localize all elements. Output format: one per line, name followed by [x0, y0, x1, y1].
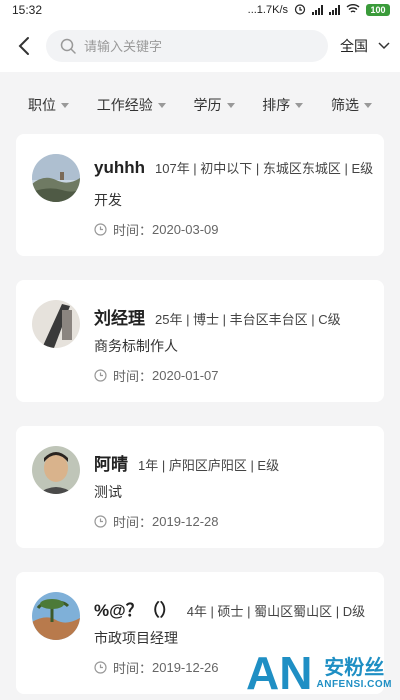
time-label: 时间：	[113, 515, 153, 530]
clock-icon	[94, 515, 107, 528]
filter-label: 职位	[28, 97, 56, 113]
region-selector[interactable]: 全国	[340, 36, 390, 56]
status-time: 15:32	[12, 3, 43, 17]
name-row: %@？（） 4年 | 硕士 | 蜀山区蜀山区 | D级	[94, 596, 365, 621]
candidate-name: 刘经理	[94, 309, 145, 328]
avatar	[32, 446, 80, 494]
resume-card[interactable]: 刘经理 25年 | 博士 | 丰台区丰台区 | C级 商务标制作人 时间： 20…	[16, 280, 384, 402]
avatar	[32, 154, 80, 202]
alarm-icon	[294, 3, 306, 18]
caret-down-icon	[226, 102, 235, 108]
name-row: 刘经理 25年 | 博士 | 丰台区丰台区 | C级	[94, 304, 341, 329]
candidate-meta: 4年 | 硕士 | 蜀山区蜀山区 | D级	[186, 604, 366, 619]
job-title: 市政项目经理	[94, 630, 178, 646]
search-box[interactable]	[46, 30, 328, 62]
filter-label: 工作经验	[96, 97, 153, 113]
candidate-meta: 1年 | 庐阳区庐阳区 | E级	[138, 458, 280, 473]
job-title: 商务标制作人	[94, 338, 178, 354]
search-input[interactable]	[84, 38, 304, 54]
chevron-down-icon	[378, 42, 390, 50]
job-title: 测试	[94, 484, 122, 500]
battery-icon: 100	[366, 4, 390, 16]
status-icons: ...1.7K/s 100	[248, 3, 390, 18]
watermark-an-logo: AN	[246, 647, 313, 699]
avatar	[32, 592, 80, 640]
clock-icon	[94, 369, 107, 382]
caret-down-icon	[364, 102, 372, 108]
filter-label: 筛选	[331, 97, 359, 113]
resume-card[interactable]: 阿晴 1年 | 庐阳区庐阳区 | E级 测试 时间： 2019-12-28	[16, 426, 384, 548]
name-row: yuhhh 107年 | 初中以下 | 东城区东城区 | E级	[94, 158, 373, 178]
candidate-name: yuhhh	[94, 158, 145, 177]
clock-icon	[94, 223, 107, 236]
candidate-meta: 25年 | 博士 | 丰台区丰台区 | C级	[155, 312, 341, 327]
filter-experience[interactable]: 工作经验	[97, 95, 166, 115]
candidate-name: 阿晴	[94, 455, 128, 474]
time-row: 时间： 2020-01-07	[94, 366, 219, 385]
avatar	[32, 300, 80, 348]
time-value: 2020-03-09	[152, 222, 219, 237]
time-value: 2020-01-07	[152, 368, 219, 383]
filter-bar: 职位 工作经验 学历 排序 筛选	[0, 88, 400, 122]
time-value: 2019-12-26	[152, 660, 219, 675]
region-label: 全国	[340, 38, 368, 54]
chevron-left-icon	[18, 37, 29, 55]
candidate-name: %@？（）	[94, 601, 177, 620]
cellular-signal-2-icon	[329, 5, 340, 15]
status-bar: 15:32 ...1.7K/s 100	[0, 0, 400, 20]
time-row: 时间： 2020-03-09	[94, 220, 219, 239]
search-icon	[60, 38, 76, 54]
filter-label: 学历	[193, 97, 222, 113]
clock-icon	[94, 661, 107, 674]
back-button[interactable]	[2, 26, 46, 66]
time-value: 2019-12-28	[152, 514, 219, 529]
time-row: 时间： 2019-12-28	[94, 512, 219, 531]
filter-sort[interactable]: 排序	[262, 95, 304, 115]
candidate-meta: 107年 | 初中以下 | 东城区东城区 | E级	[155, 161, 374, 176]
filter-education[interactable]: 学历	[194, 95, 235, 115]
watermark-text: 安粉丝	[324, 656, 385, 679]
resume-card[interactable]: yuhhh 107年 | 初中以下 | 东城区东城区 | E级 开发 时间： 2…	[16, 134, 384, 256]
caret-down-icon	[157, 102, 166, 108]
cellular-signal-icon	[312, 5, 323, 15]
network-speed: ...1.7K/s	[247, 4, 288, 16]
name-row: 阿晴 1年 | 庐阳区庐阳区 | E级	[94, 450, 279, 475]
caret-down-icon	[295, 102, 304, 108]
caret-down-icon	[61, 102, 69, 108]
filter-position[interactable]: 职位	[28, 95, 69, 115]
filter-label: 排序	[262, 97, 291, 113]
header: 全国	[0, 20, 400, 72]
watermark-logo: AN 安粉丝 ANFENSI.COM	[246, 650, 392, 696]
time-label: 时间：	[113, 661, 153, 676]
time-row: 时间： 2019-12-26	[94, 658, 219, 677]
time-label: 时间：	[113, 369, 153, 384]
watermark-domain: ANFENSI.COM	[316, 678, 392, 690]
wifi-icon	[346, 3, 360, 17]
time-label: 时间：	[113, 223, 153, 238]
job-title: 开发	[94, 192, 122, 208]
filter-screen[interactable]: 筛选	[331, 95, 372, 115]
